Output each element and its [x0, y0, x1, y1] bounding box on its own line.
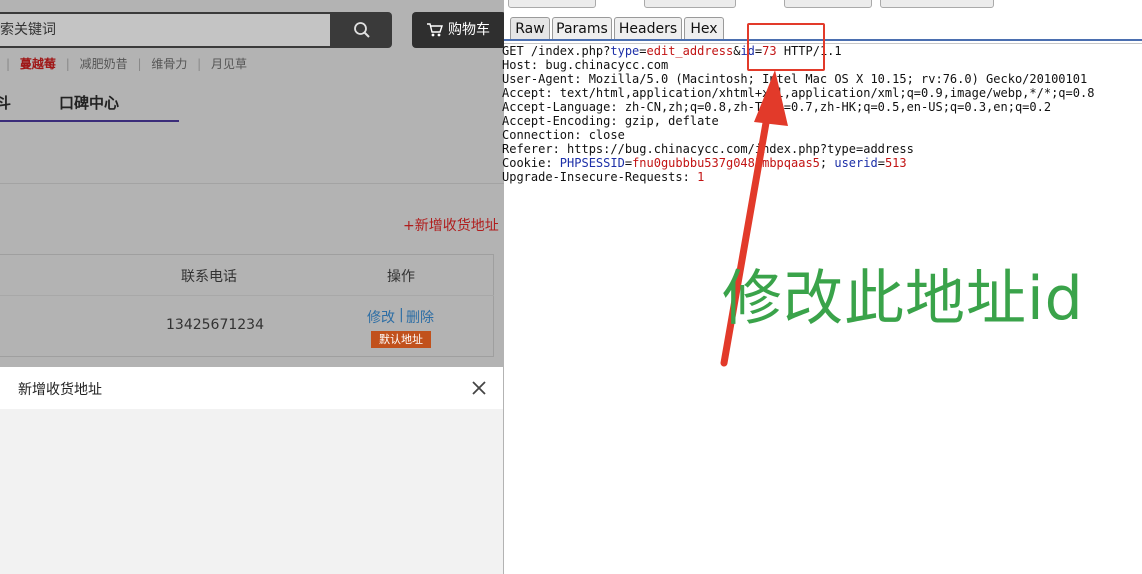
separator: |	[65, 57, 70, 71]
annotation-text: 修改此地址id	[722, 264, 1084, 334]
action-separator: |	[399, 307, 404, 323]
divider	[0, 183, 504, 184]
cell-phone: 13425671234	[166, 317, 264, 333]
cart-icon	[427, 23, 443, 37]
search-input[interactable]: 索关键词	[0, 12, 332, 48]
close-icon[interactable]	[470, 379, 488, 397]
add-address-link[interactable]: +新增收货地址	[403, 215, 499, 235]
default-address-badge[interactable]: 默认地址	[371, 331, 431, 348]
search-button[interactable]	[332, 12, 392, 48]
cart-label: 购物车	[448, 22, 490, 38]
search-icon	[354, 22, 370, 38]
address-table: 联系电话 操作 13425671234 修改 | 删除 默认地址	[0, 254, 494, 357]
column-header-actions: 操作	[387, 269, 415, 285]
cart-button[interactable]: 购物车	[412, 12, 504, 48]
shop-page: 索关键词 购物车 | 蔓越莓 | 减肥奶昔 | 维骨力 | 月见草 斗 口碑中心…	[0, 0, 504, 574]
tab-partial[interactable]: 斗	[0, 92, 11, 113]
hot-word[interactable]: 维骨力	[151, 57, 187, 71]
table-header-row: 联系电话 操作	[0, 255, 494, 296]
active-tab-underline	[0, 120, 179, 122]
tab-reviews[interactable]: 口碑中心	[59, 92, 119, 113]
add-address-modal: 新增收货地址	[0, 367, 503, 574]
column-header-phone: 联系电话	[181, 269, 237, 285]
delete-link[interactable]: 删除	[406, 307, 434, 327]
search-placeholder: 索关键词	[0, 22, 56, 38]
modal-header: 新增收货地址	[0, 367, 503, 409]
hot-keywords: | 蔓越莓 | 减肥奶昔 | 维骨力 | 月见草	[0, 55, 247, 72]
separator: |	[6, 57, 11, 71]
request-panel: Raw Params Headers Hex GET /index.php?ty…	[502, 0, 1142, 574]
hot-word[interactable]: 减肥奶昔	[80, 57, 128, 71]
separator: |	[197, 57, 202, 71]
separator: |	[137, 57, 142, 71]
modal-title: 新增收货地址	[18, 382, 102, 398]
edit-link[interactable]: 修改	[367, 307, 395, 327]
hot-word[interactable]: 月见草	[211, 57, 247, 71]
hot-word[interactable]: 蔓越莓	[20, 57, 56, 71]
